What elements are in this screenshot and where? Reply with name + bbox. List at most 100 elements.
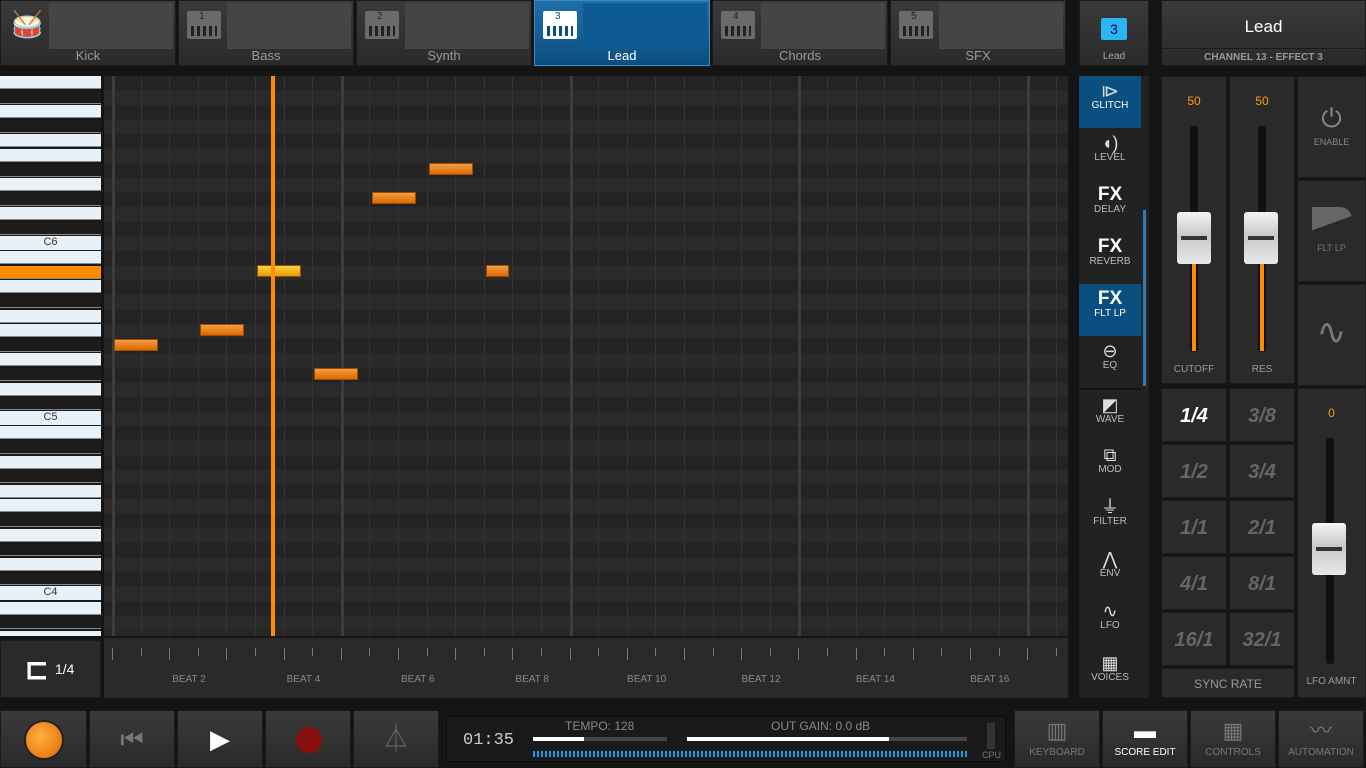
white-key[interactable]	[0, 178, 101, 192]
grid-row	[104, 222, 1068, 236]
sync-rate-option[interactable]: 1/4	[1161, 388, 1227, 442]
out-gain-slider[interactable]	[687, 737, 967, 741]
white-key[interactable]	[0, 426, 101, 440]
enable-button[interactable]: ⏻ ENABLE	[1297, 76, 1366, 178]
view-score-edit[interactable]: ▬ SCORE EDIT	[1102, 710, 1188, 768]
sync-rate-option[interactable]: 8/1	[1229, 556, 1295, 610]
effect-lfo[interactable]: ∿ LFO	[1079, 596, 1141, 648]
white-key[interactable]	[0, 601, 101, 615]
black-key[interactable]	[0, 163, 101, 177]
black-key[interactable]	[0, 338, 101, 352]
sync-rate-option[interactable]: 4/1	[1161, 556, 1227, 610]
white-key[interactable]	[0, 324, 101, 338]
track-tab-kick[interactable]: 🥁 Kick	[0, 0, 176, 66]
white-key[interactable]	[0, 528, 101, 542]
sync-rate-option[interactable]: 16/1	[1161, 612, 1227, 666]
black-key[interactable]	[0, 514, 101, 527]
black-key[interactable]	[0, 543, 101, 557]
black-key[interactable]	[0, 397, 101, 411]
effect-env[interactable]: ⋀ ENV	[1079, 544, 1141, 596]
cutoff-fader-handle[interactable]	[1177, 212, 1211, 264]
effect-level[interactable]: ◖) LEVEL	[1079, 128, 1141, 180]
piano-roll-keyboard[interactable]: C6 C5 C4	[0, 76, 101, 636]
score-grid[interactable]	[104, 76, 1068, 636]
black-key[interactable]	[0, 119, 101, 133]
effect-wave[interactable]: ◩ WAVE	[1079, 388, 1141, 440]
channel-number-box[interactable]: 3 Lead	[1079, 0, 1149, 66]
white-key[interactable]	[0, 149, 101, 162]
black-key[interactable]	[0, 470, 101, 484]
view-automation[interactable]: 〰 AUTOMATION	[1278, 710, 1364, 768]
black-key[interactable]	[0, 90, 101, 104]
view-keyboard[interactable]: ▥ KEYBOARD	[1014, 710, 1100, 768]
note[interactable]	[314, 368, 358, 380]
white-key[interactable]	[0, 105, 101, 119]
note[interactable]	[486, 265, 509, 277]
effect-eq[interactable]: ⊖ EQ	[1079, 336, 1141, 388]
sync-rate-option[interactable]: 3/8	[1229, 388, 1295, 442]
white-key[interactable]	[0, 455, 101, 469]
white-key[interactable]	[0, 353, 101, 367]
metronome-button[interactable]: ⏃	[353, 710, 439, 768]
black-key[interactable]	[0, 572, 101, 586]
effect-scrollbar[interactable]	[1143, 210, 1146, 386]
sync-rate-option[interactable]: 1/2	[1161, 444, 1227, 498]
black-key[interactable]	[0, 441, 101, 454]
white-key[interactable]	[0, 630, 101, 636]
play-button[interactable]: ▶	[177, 710, 263, 768]
black-key[interactable]	[0, 616, 101, 630]
effect-delay[interactable]: FX DELAY	[1079, 180, 1141, 232]
record-button[interactable]	[265, 710, 351, 768]
white-key[interactable]	[0, 134, 101, 148]
white-key[interactable]	[0, 484, 101, 498]
note[interactable]	[200, 324, 244, 336]
playhead[interactable]	[271, 76, 275, 636]
white-key[interactable]	[0, 251, 101, 265]
black-key[interactable]	[0, 222, 101, 235]
black-key[interactable]	[0, 192, 101, 206]
app-logo-button[interactable]	[0, 710, 87, 768]
white-key[interactable]	[0, 207, 101, 221]
filter-type-button[interactable]: FLT LP	[1297, 180, 1366, 282]
effect-glitch[interactable]: ⧐ GLITCH	[1079, 76, 1141, 128]
white-key[interactable]	[0, 309, 101, 323]
effect-filter[interactable]: ⏚ FILTER	[1079, 492, 1141, 544]
note[interactable]	[114, 339, 158, 351]
res-fader-handle[interactable]	[1244, 212, 1278, 264]
track-tab-sfx[interactable]: 5 SFX	[890, 0, 1066, 66]
sync-rate-option[interactable]: 2/1	[1229, 500, 1295, 554]
time-display: 01:35	[463, 731, 515, 750]
sync-rate-option[interactable]: 3/4	[1229, 444, 1295, 498]
quantize-box[interactable]: ⊏ 1/4	[0, 640, 101, 698]
rewind-button[interactable]: ⏮	[89, 710, 175, 768]
white-key[interactable]	[0, 557, 101, 571]
lfo-fader-handle[interactable]	[1312, 523, 1346, 575]
track-tab-synth[interactable]: 2 Synth	[356, 0, 532, 66]
grid-line	[369, 76, 371, 636]
beat-ruler[interactable]: BEAT 2 BEAT 4 BEAT 6 BEAT 8 BEAT 10 BEAT 12 BE…	[104, 638, 1068, 698]
white-key[interactable]	[0, 76, 101, 89]
view-controls[interactable]: ▦ CONTROLS	[1190, 710, 1276, 768]
track-tab-chords[interactable]: 4 Chords	[712, 0, 888, 66]
white-key[interactable]	[0, 382, 101, 396]
track-tab-bass[interactable]: 1 Bass	[178, 0, 354, 66]
black-key[interactable]	[0, 368, 101, 381]
effect-label: FLT LP	[1094, 308, 1126, 319]
note[interactable]	[372, 192, 416, 204]
tempo-slider[interactable]	[533, 737, 667, 741]
effect-mod[interactable]: ⧉ MOD	[1079, 440, 1141, 492]
grid-row	[104, 368, 1068, 382]
black-key[interactable]	[0, 295, 101, 308]
note[interactable]	[257, 265, 301, 277]
sync-rate-option[interactable]: 32/1	[1229, 612, 1295, 666]
effect-voices[interactable]: ▦ VOICES	[1079, 648, 1141, 700]
active-key[interactable]	[0, 265, 101, 279]
white-key[interactable]	[0, 499, 101, 513]
track-tab-lead[interactable]: 3 Lead	[534, 0, 710, 66]
effect-reverb[interactable]: FX REVERB	[1079, 232, 1141, 284]
note[interactable]	[429, 163, 473, 175]
sync-rate-option[interactable]: 1/1	[1161, 500, 1227, 554]
lfo-wave-button[interactable]: ∿	[1297, 284, 1366, 386]
white-key[interactable]	[0, 280, 101, 294]
effect-flt-lp[interactable]: FX FLT LP	[1079, 284, 1141, 336]
